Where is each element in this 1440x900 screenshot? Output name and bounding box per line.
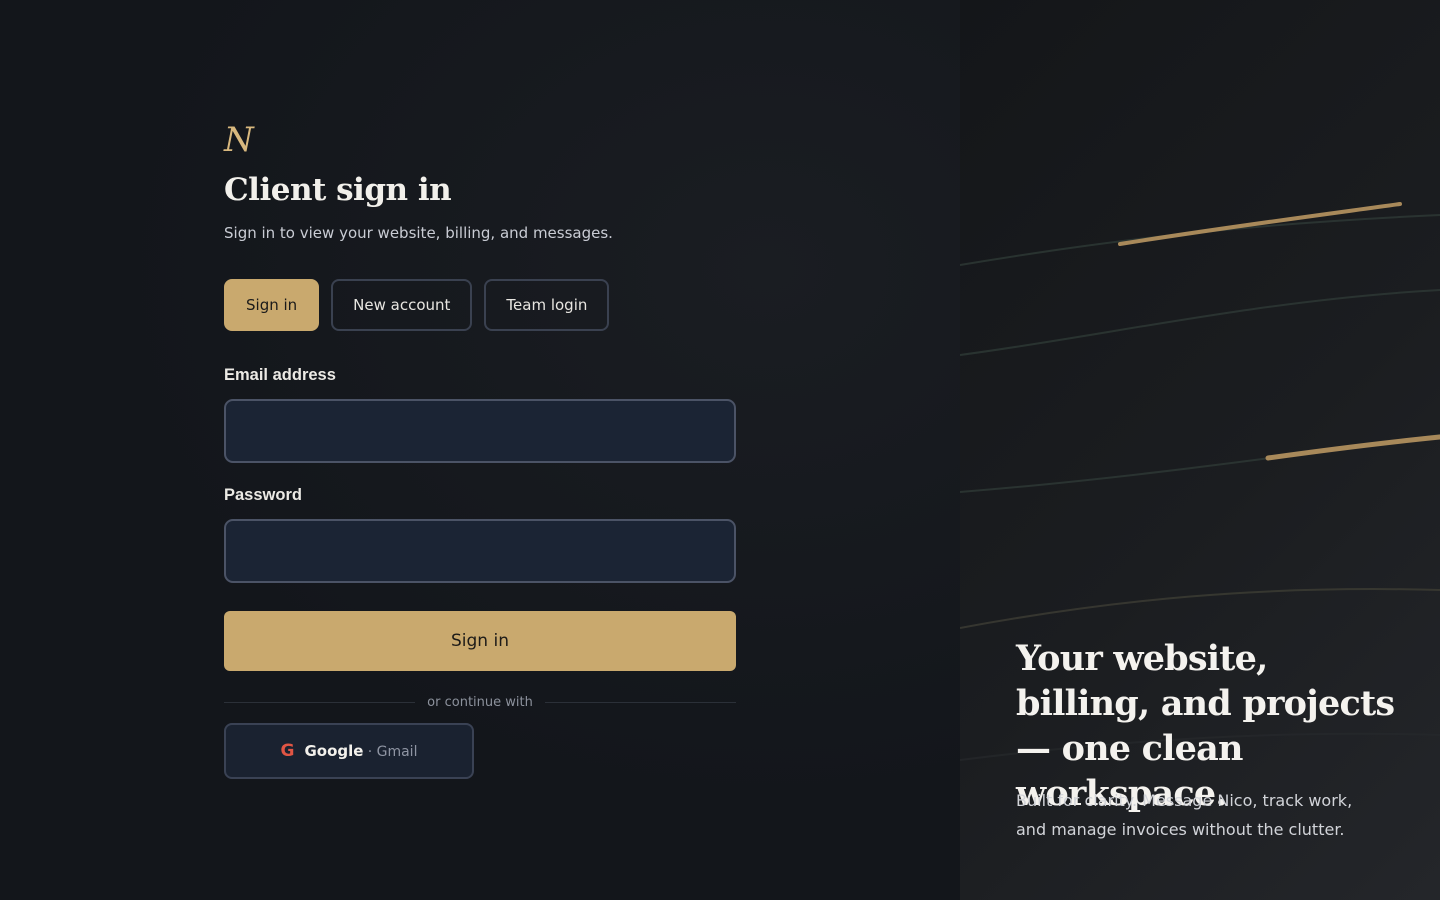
auth-tabs: Sign in New account Team login (224, 279, 610, 331)
divider-line-right (544, 701, 737, 703)
password-label: Password (224, 486, 302, 504)
page-title: Client sign in (224, 172, 452, 208)
tab-team-login[interactable]: Team login (484, 279, 610, 331)
email-label: Email address (224, 366, 336, 384)
hero-body: Built for clarity. Message Nico, track w… (1016, 791, 1353, 839)
google-label: Google (304, 742, 364, 760)
tab-new-account[interactable]: New account (331, 279, 473, 331)
google-g-icon: G (280, 741, 295, 761)
brand-logo: N (224, 120, 254, 160)
password-field[interactable] (224, 519, 736, 583)
sign-in-submit-button[interactable]: Sign in (224, 611, 736, 671)
google-sign-in-button[interactable]: G Google · Gmail (224, 723, 474, 779)
page-subtitle: Sign in to view your website, billing, a… (224, 224, 613, 242)
email-field[interactable] (224, 399, 736, 463)
tab-sign-in[interactable]: Sign in (224, 279, 320, 331)
divider-text: or continue with (427, 694, 533, 710)
gmail-sub-label: · Gmail (367, 744, 418, 760)
oauth-divider: or continue with (224, 692, 737, 712)
divider-line-left (224, 701, 416, 703)
